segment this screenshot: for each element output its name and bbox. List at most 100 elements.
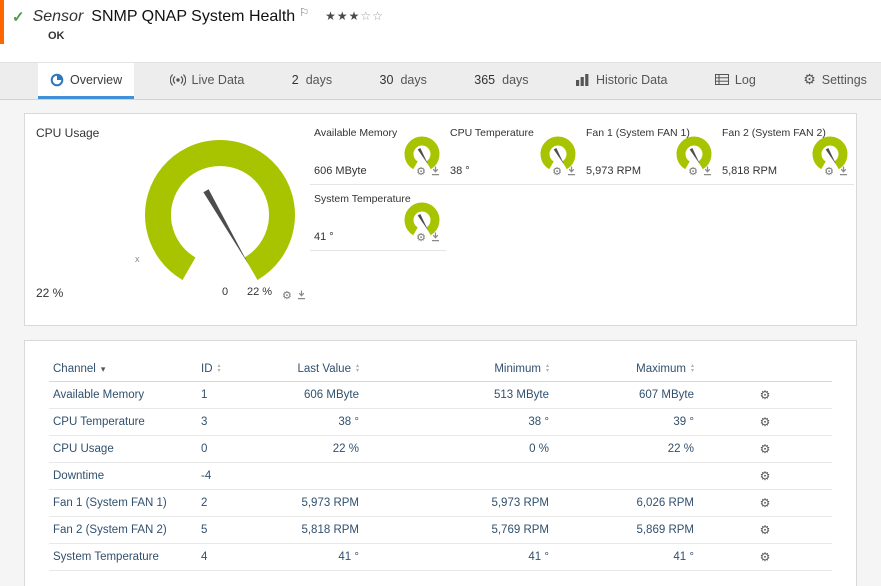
channel-settings-gear-icon[interactable]: [760, 552, 771, 564]
flag-icon[interactable]: ⚐: [299, 6, 309, 19]
channel-settings-gear-icon[interactable]: [760, 417, 771, 429]
primary-gauge: [145, 140, 295, 280]
gauge-cell-system-temperature: System Temperature 41 °: [310, 191, 446, 251]
channel-name[interactable]: Downtime: [49, 462, 197, 490]
channel-settings-gear-icon[interactable]: [760, 525, 771, 537]
download-icon[interactable]: [431, 232, 440, 242]
priority-stars[interactable]: ★★★☆☆: [325, 9, 384, 23]
channel-maximum: [557, 462, 702, 490]
channel-maximum: 39 °: [557, 408, 702, 436]
primary-gauge-label: CPU Usage: [36, 126, 100, 140]
channel-last-value: 5,818 RPM: [267, 516, 367, 544]
channel-minimum: 38 °: [367, 408, 557, 436]
gear-icon[interactable]: [688, 162, 698, 180]
channel-name[interactable]: CPU Temperature: [49, 408, 197, 436]
download-icon[interactable]: [567, 166, 576, 176]
channel-settings-gear-icon[interactable]: [760, 471, 771, 483]
live-data-broadcast-icon: [169, 73, 186, 86]
channel-maximum: 22 %: [557, 435, 702, 463]
channel-settings-gear-icon[interactable]: [760, 444, 771, 456]
channel-settings-gear-icon[interactable]: [760, 498, 771, 510]
tab-label: Live Data: [191, 72, 245, 87]
channel-settings-gear-icon[interactable]: [760, 390, 771, 402]
download-icon[interactable]: [431, 166, 440, 176]
sort-icon: [691, 364, 694, 374]
gauge-scale-min: 0: [222, 286, 229, 298]
download-icon[interactable]: [703, 166, 712, 176]
tab-365-days[interactable]: 365 days: [462, 63, 540, 99]
object-kind-label: Sensor: [32, 8, 84, 25]
tab-live-data[interactable]: Live Data: [158, 63, 257, 99]
channel-name[interactable]: CPU Usage: [49, 435, 197, 463]
gear-icon[interactable]: [416, 162, 426, 180]
gauge-scale-marker: x: [135, 254, 140, 264]
tab-label: Settings: [821, 72, 867, 87]
channel-maximum: 6,026 RPM: [557, 489, 702, 517]
column-header-id[interactable]: ID: [197, 357, 267, 382]
gear-icon[interactable]: [552, 162, 562, 180]
channel-maximum: 5,869 RPM: [557, 516, 702, 544]
gauge-value: 38 °: [450, 165, 470, 177]
channels-table-panel: Channel ID Last Value Minimum Maximum Av…: [24, 340, 857, 586]
column-header-actions: [702, 357, 832, 382]
tab-label: Historic Data: [595, 72, 668, 87]
table-row: System Temperature 4 41 ° 41 ° 41 °: [49, 543, 832, 571]
tab-settings[interactable]: Settings: [791, 63, 879, 99]
tab-label: days: [305, 72, 333, 87]
channel-id: 4: [197, 543, 267, 571]
tab-label: Overview: [70, 72, 123, 87]
tab-log[interactable]: Log: [703, 63, 768, 99]
channels-table: Channel ID Last Value Minimum Maximum Av…: [49, 357, 832, 571]
tab-2-days[interactable]: 2 days: [280, 63, 344, 99]
channel-id: 3: [197, 408, 267, 436]
sort-icon: [546, 364, 549, 374]
channel-last-value: 38 °: [267, 408, 367, 436]
content-area: CPU Usage x 22 % 0 22 % Available Memory…: [0, 100, 881, 586]
tab-number: 365: [474, 72, 496, 87]
channel-name[interactable]: Fan 1 (System FAN 1): [49, 489, 197, 517]
gear-icon[interactable]: [824, 162, 834, 180]
channel-maximum: 41 °: [557, 543, 702, 571]
channel-name[interactable]: Fan 2 (System FAN 2): [49, 516, 197, 544]
column-header-minimum[interactable]: Minimum: [367, 357, 557, 382]
table-row: Available Memory 1 606 MByte 513 MByte 6…: [49, 381, 832, 409]
tab-label: days: [400, 72, 427, 87]
stars-filled[interactable]: ★★★: [325, 9, 360, 23]
overview-pie-icon: [50, 73, 64, 86]
log-list-icon: [714, 74, 729, 85]
channel-minimum: 5,769 RPM: [367, 516, 557, 544]
stars-empty[interactable]: ☆☆: [360, 9, 384, 23]
tab-overview[interactable]: Overview: [38, 63, 135, 99]
column-header-channel[interactable]: Channel: [49, 357, 197, 382]
primary-gauge-value: 22 %: [36, 286, 64, 300]
channel-id: 1: [197, 381, 267, 409]
channel-name[interactable]: System Temperature: [49, 543, 197, 571]
channel-id: 2: [197, 489, 267, 517]
sort-icon: [218, 364, 221, 374]
gauge-scale-max: 22 %: [247, 286, 273, 298]
status-ok-check-icon: ✓: [12, 9, 25, 26]
gauge-value: 41 °: [314, 231, 334, 243]
page-title: SNMP QNAP System Health: [91, 8, 296, 25]
tab-30-days[interactable]: 30 days: [368, 63, 439, 99]
channel-id: -4: [197, 462, 267, 490]
channel-last-value: [267, 462, 367, 490]
table-row: Fan 1 (System FAN 1) 2 5,973 RPM 5,973 R…: [49, 489, 832, 517]
column-header-last-value[interactable]: Last Value: [267, 357, 367, 382]
download-icon[interactable]: [297, 290, 306, 300]
column-header-maximum[interactable]: Maximum: [557, 357, 702, 382]
channel-name[interactable]: Available Memory: [49, 381, 197, 409]
gear-icon[interactable]: [282, 286, 292, 304]
tab-historic-data[interactable]: Historic Data: [564, 63, 680, 99]
prtg-sensor-page: ✓ Sensor SNMP QNAP System Health ⚐ ★★★☆☆…: [0, 0, 881, 586]
table-header-row: Channel ID Last Value Minimum Maximum: [49, 357, 832, 382]
channel-last-value: 5,973 RPM: [267, 489, 367, 517]
gauge-value: 606 MByte: [314, 165, 367, 177]
gauge-cell-fan-1: Fan 1 (System FAN 1) 5,973 RPM: [582, 125, 718, 185]
priority-color-bar: [0, 0, 4, 44]
gear-icon[interactable]: [416, 228, 426, 246]
channel-last-value: 606 MByte: [267, 381, 367, 409]
tab-bar: Overview Live Data 2 days 30 days 365 da…: [0, 62, 881, 100]
gauge-value: 5,973 RPM: [586, 165, 642, 177]
download-icon[interactable]: [839, 166, 848, 176]
